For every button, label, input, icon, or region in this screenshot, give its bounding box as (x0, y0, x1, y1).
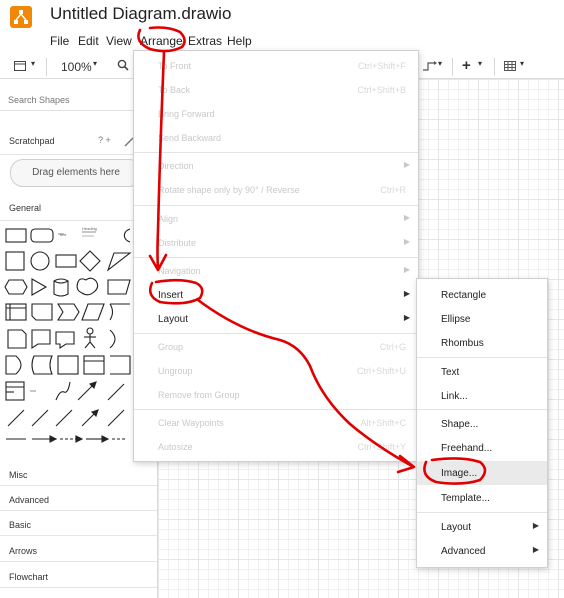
text-shape-label: Text (59, 232, 67, 237)
menu-item-clear-waypoints[interactable]: Clear Waypoints Alt+Shift+C (134, 411, 418, 435)
menu-separator (417, 409, 547, 410)
category-misc[interactable]: Misc (0, 462, 157, 486)
waypoint-icon[interactable] (422, 60, 438, 74)
menu-item-navigation[interactable]: Navigation ▶ (134, 259, 418, 283)
rounded-rectangle-shape (30, 228, 54, 243)
menu-separator (134, 333, 418, 334)
menu-item-direction[interactable]: Direction ▶ (134, 154, 418, 178)
menu-item-autosize[interactable]: Autosize Ctrl+Shift+Y (134, 435, 418, 459)
view-icon[interactable] (14, 60, 26, 74)
menu-item-rotate[interactable]: Rotate shape only by 90° / Reverse Ctrl+R (134, 178, 418, 202)
document-title[interactable]: Untitled Diagram.drawio (50, 4, 231, 24)
submenu-arrow-icon: ▶ (403, 265, 410, 274)
toolbar-separator (46, 58, 47, 76)
menu-arrange[interactable]: Arrange (140, 34, 183, 48)
view-dropdown-caret[interactable]: ▾ (31, 59, 35, 68)
menu-item-group[interactable]: Group Ctrl+G (134, 335, 418, 359)
insert-submenu: Rectangle Ellipse Rhombus Text Link... S… (416, 278, 548, 568)
zoom-dropdown-caret[interactable]: ▾ (93, 59, 97, 68)
submenu-item-shape[interactable]: Shape... (417, 412, 547, 436)
scratchpad-label: Scratchpad (9, 136, 55, 146)
submenu-item-rectangle[interactable]: Rectangle (417, 283, 547, 307)
submenu-item-text[interactable]: Text (417, 360, 547, 384)
search-shapes-input[interactable] (0, 89, 150, 111)
menu-item-remove-from-group[interactable]: Remove from Group (134, 383, 418, 407)
submenu-item-advanced[interactable]: Advanced ▶ (417, 539, 547, 563)
submenu-arrow-icon: ▶ (403, 237, 410, 246)
toolbar-separator (494, 58, 495, 76)
menu-item-align[interactable]: Align ▶ (134, 207, 418, 231)
submenu-arrow-icon: ▶ (403, 160, 410, 169)
menu-separator (134, 409, 418, 410)
arrange-menu: To Front Ctrl+Shift+F To Back Ctrl+Shift+B… (133, 50, 419, 462)
menu-separator (417, 357, 547, 358)
menu-item-layout[interactable]: Layout ▶ (134, 307, 418, 331)
scratchpad-drop-zone[interactable]: Drag elements here (10, 159, 142, 187)
menu-extras[interactable]: Extras (188, 34, 222, 48)
rectangle-shape (5, 228, 27, 243)
menu-item-ungroup[interactable]: Ungroup Ctrl+Shift+U (134, 359, 418, 383)
menu-item-to-front[interactable]: To Front Ctrl+Shift+F (134, 54, 418, 78)
insert-dropdown-caret[interactable]: ▾ (478, 59, 482, 68)
submenu-arrow-icon: ▶ (532, 521, 539, 530)
ellipse-shape (123, 228, 131, 243)
submenu-item-ellipse[interactable]: Ellipse (417, 307, 547, 331)
menu-separator (134, 205, 418, 206)
submenu-item-template[interactable]: Template... (417, 486, 547, 510)
menu-edit[interactable]: Edit (78, 34, 99, 48)
drawio-logo-icon (10, 6, 32, 28)
category-advanced[interactable]: Advanced (0, 487, 157, 511)
menu-item-insert[interactable]: Insert ▶ (134, 283, 418, 307)
category-basic[interactable]: Basic (0, 512, 157, 536)
menu-separator (134, 152, 418, 153)
menu-view[interactable]: View (106, 34, 132, 48)
menu-item-distribute[interactable]: Distribute ▶ (134, 231, 418, 255)
zoom-level[interactable]: 100% (61, 60, 92, 74)
menu-item-send-backward[interactable]: Send Backward (134, 126, 418, 150)
table-icon[interactable] (504, 60, 516, 74)
submenu-item-rhombus[interactable]: Rhombus (417, 331, 547, 355)
waypoint-dropdown-caret[interactable]: ▾ (438, 59, 442, 68)
table-dropdown-caret[interactable]: ▾ (520, 59, 524, 68)
submenu-item-link[interactable]: Link... (417, 384, 547, 408)
submenu-item-image[interactable]: Image... (417, 461, 547, 485)
category-arrows[interactable]: Arrows (0, 538, 157, 562)
submenu-arrow-icon: ▶ (403, 289, 410, 298)
menu-item-bring-forward[interactable]: Bring Forward (134, 102, 418, 126)
menu-help[interactable]: Help (227, 34, 252, 48)
submenu-arrow-icon: ▶ (403, 213, 410, 222)
submenu-arrow-icon: ▶ (532, 545, 539, 554)
category-flowchart[interactable]: Flowchart (0, 564, 157, 588)
scratchpad-actions[interactable]: ? + (98, 135, 111, 145)
general-shapes-palette[interactable]: Text Heading (4, 224, 134, 446)
insert-plus-icon[interactable]: + (462, 57, 471, 74)
zoom-icon[interactable] (117, 59, 129, 74)
menu-item-to-back[interactable]: To Back Ctrl+Shift+B (134, 78, 418, 102)
submenu-arrow-icon: ▶ (403, 313, 410, 322)
toolbar-separator (452, 58, 453, 76)
submenu-item-layout[interactable]: Layout ▶ (417, 515, 547, 539)
menu-file[interactable]: File (50, 34, 69, 48)
menu-separator (134, 257, 418, 258)
general-label: General (9, 203, 42, 213)
menu-separator (417, 512, 547, 513)
heading-shape-label: Heading (82, 226, 97, 231)
submenu-item-freehand[interactable]: Freehand... (417, 436, 547, 460)
